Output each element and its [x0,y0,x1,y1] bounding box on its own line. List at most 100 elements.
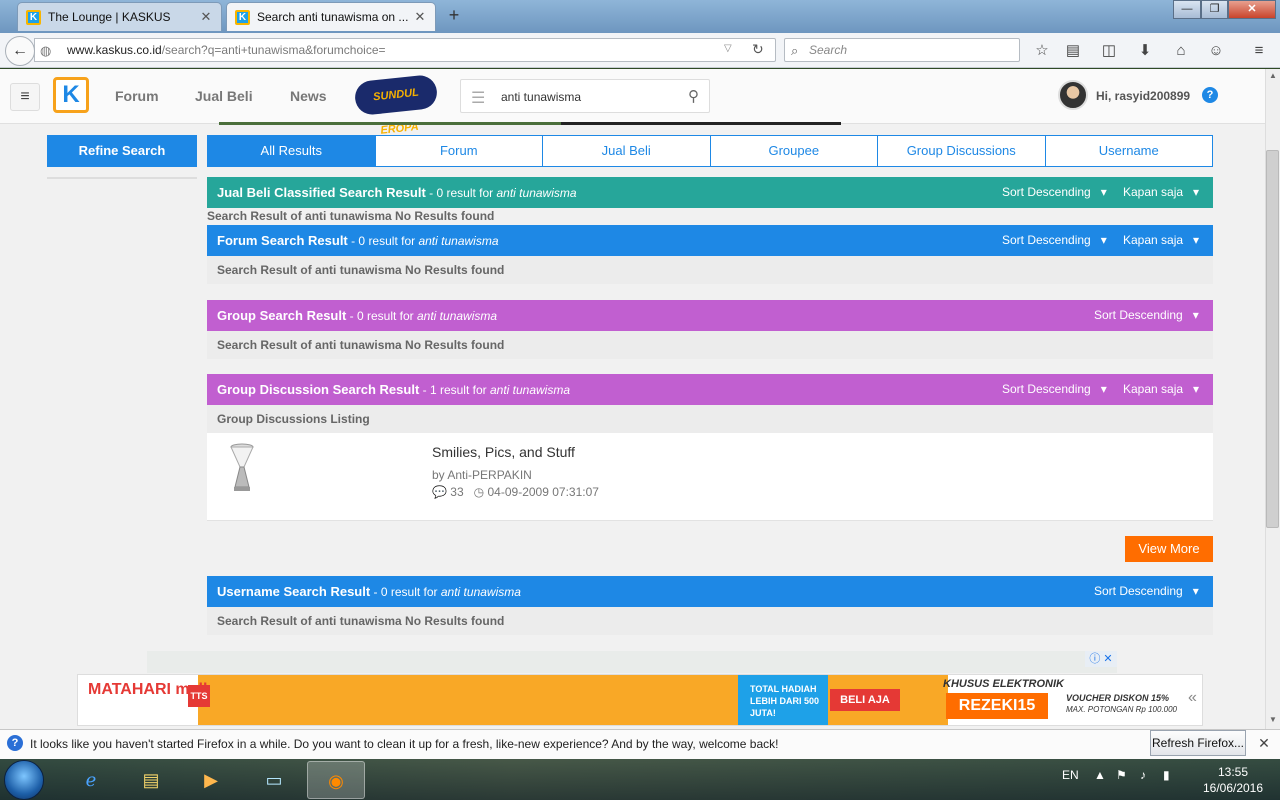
volume-icon[interactable]: ♪ [1140,768,1146,782]
caret-down-icon: ▾ [1094,185,1107,199]
kaskus-logo[interactable]: K [53,77,89,113]
tab-group-discussions[interactable]: Group Discussions [878,136,1046,166]
media-player-icon[interactable]: ▶ [182,761,240,799]
system-clock[interactable]: 13:55 16/06/2016 [1196,764,1270,796]
menu-icon[interactable]: ≡ [1249,41,1269,61]
file-explorer-icon[interactable]: ▤ [122,761,180,799]
scrollbar-thumb[interactable] [1266,150,1279,528]
tab-search[interactable]: K Search anti tunawisma on ... ✕ [226,2,436,31]
minimize-button[interactable]: — [1173,0,1201,19]
comment-count: 33 [450,485,464,499]
tray-arrow-icon[interactable]: ▲ [1094,768,1106,782]
ad-banner[interactable]: MATAHARI mall TTS TOTAL HADIAH LEBIH DAR… [77,674,1203,726]
time-dropdown[interactable]: Kapan saja ▾ [1123,177,1199,208]
view-more-button[interactable]: View More [1125,536,1213,562]
reading-list-icon[interactable]: ▤ [1063,41,1083,61]
action-center-icon[interactable]: ⚑ [1116,768,1127,782]
clock-date: 16/06/2016 [1202,781,1264,795]
sundul-eropa-badge[interactable]: SUNDUL EROPA [353,73,439,137]
sort-label: Sort Descending [1002,382,1091,396]
discussion-title[interactable]: Smilies, Pics, and Stuff [432,444,575,460]
maximize-button[interactable]: ❐ [1201,0,1228,19]
sort-dropdown[interactable]: Sort Descending ▾ [1002,177,1107,208]
tab-the-lounge[interactable]: K The Lounge | KASKUS ✕ [17,2,222,31]
question-icon: ? [7,735,23,751]
tab-forum[interactable]: Forum [376,136,543,166]
tab-username[interactable]: Username [1046,136,1213,166]
internet-explorer-icon[interactable]: ℯ [62,761,120,799]
username-no-results: Search Result of anti tunawisma No Resul… [207,607,1213,635]
discussion-author[interactable]: by Anti-PERPAKIN [432,468,532,482]
firefox-notification-bar: It looks like you haven't started Firefo… [0,729,1280,759]
browser-navbar: www.kaskus.co.id/search?q=anti+tunawisma… [0,33,1280,68]
list-item[interactable]: Smilies, Pics, and Stuff by Anti-PERPAKI… [207,433,1213,521]
help-icon[interactable]: ? [1202,87,1218,103]
result-count: - 0 result for [347,234,419,248]
tab-jual-beli[interactable]: Jual Beli [543,136,711,166]
clock-time: 13:55 [1217,765,1249,779]
result-keyword: anti tunawisma [418,234,499,248]
caret-down-icon: ▾ [1186,308,1199,322]
bookmark-star-icon[interactable]: ☆ [1032,41,1052,61]
kaskus-search-box[interactable]: ☰ anti tunawisma ⚲ [460,79,710,113]
language-indicator[interactable]: EN [1062,768,1079,782]
browser-search-input[interactable]: Search [784,38,1020,62]
refine-search-button[interactable]: Refine Search [47,135,197,167]
side-menu-button[interactable]: ≡ [10,83,40,111]
ad-close-button[interactable]: ⓘ ✕ [1085,651,1117,667]
jualbeli-no-results: Search Result of anti tunawisma No Resul… [207,209,495,223]
back-button[interactable]: ← [5,36,35,66]
close-tab-icon[interactable]: ✕ [199,10,213,24]
tab-all-results[interactable]: All Results [208,136,376,166]
new-tab-button[interactable]: + [444,6,464,26]
ad-top-strip [147,651,1117,673]
time-dropdown[interactable]: Kapan saja ▾ [1123,374,1199,405]
sort-dropdown[interactable]: Sort Descending ▾ [1002,225,1107,256]
caret-down-icon: ▾ [1186,185,1200,199]
scroll-up-icon[interactable]: ▲ [1269,71,1277,80]
sort-dropdown[interactable]: Sort Descending ▾ [1094,300,1199,331]
url-domain: www.kaskus.co.id [67,43,162,57]
reload-icon[interactable]: ↻ [752,41,764,58]
caret-down-icon: ▾ [1186,382,1200,396]
tab-groupee[interactable]: Groupee [711,136,878,166]
nav-forum[interactable]: Forum [115,88,159,104]
forum-result-header: Forum Search Result - 0 result for anti … [207,225,1213,256]
ad-cta[interactable]: BELI AJA [830,689,900,711]
caret-down-icon: ▾ [1094,233,1107,247]
nav-news[interactable]: News [290,88,327,104]
avatar[interactable] [1058,80,1088,110]
sidebar-divider [47,177,197,179]
result-count: - 0 result for [370,585,441,599]
url-path: /search?q=anti+tunawisma&forumchoice= [161,43,386,57]
scroll-down-icon[interactable]: ▼ [1269,715,1277,724]
sort-dropdown[interactable]: Sort Descending ▾ [1094,576,1199,607]
network-icon[interactable]: ▮ [1163,768,1170,782]
url-dropdown-icon[interactable]: ▽ [724,43,732,54]
chat-icon[interactable]: ☺ [1206,41,1226,61]
home-icon[interactable]: ⌂ [1171,41,1191,61]
tab-title: Search anti tunawisma on ... [257,10,409,24]
pocket-icon[interactable]: ◫ [1099,41,1119,61]
user-greeting[interactable]: Hi, rasyid200899 [1096,89,1190,103]
close-tab-icon[interactable]: ✕ [413,10,427,24]
close-window-button[interactable]: ✕ [1228,0,1276,19]
close-notification-icon[interactable]: ✕ [1256,735,1272,751]
notepad-icon[interactable]: ▭ [245,761,303,799]
ad-prev-icon[interactable]: « [1188,689,1197,707]
time-dropdown[interactable]: Kapan saja ▾ [1123,225,1199,256]
url-bar[interactable]: www.kaskus.co.id/search?q=anti+tunawisma… [34,38,776,62]
nav-jual-beli[interactable]: Jual Beli [195,88,253,104]
ad-cap: MAX. POTONGAN Rp 100.000 [1066,705,1178,714]
start-button[interactable] [4,760,44,800]
search-icon[interactable]: ⚲ [688,80,699,114]
search-category-icon[interactable]: ☰ [471,88,485,108]
kaskus-search-input[interactable]: anti tunawisma [501,80,581,114]
firefox-taskbar-icon[interactable]: ◉ [307,761,365,799]
section-title: Jual Beli Classified Search Result [217,185,426,200]
download-icon[interactable]: ⬇ [1135,41,1155,61]
sort-dropdown[interactable]: Sort Descending ▾ [1002,374,1107,405]
refresh-firefox-button[interactable]: Refresh Firefox... [1150,730,1246,756]
globe-icon[interactable]: ◍ [40,43,51,59]
sort-label: Sort Descending [1002,233,1091,247]
